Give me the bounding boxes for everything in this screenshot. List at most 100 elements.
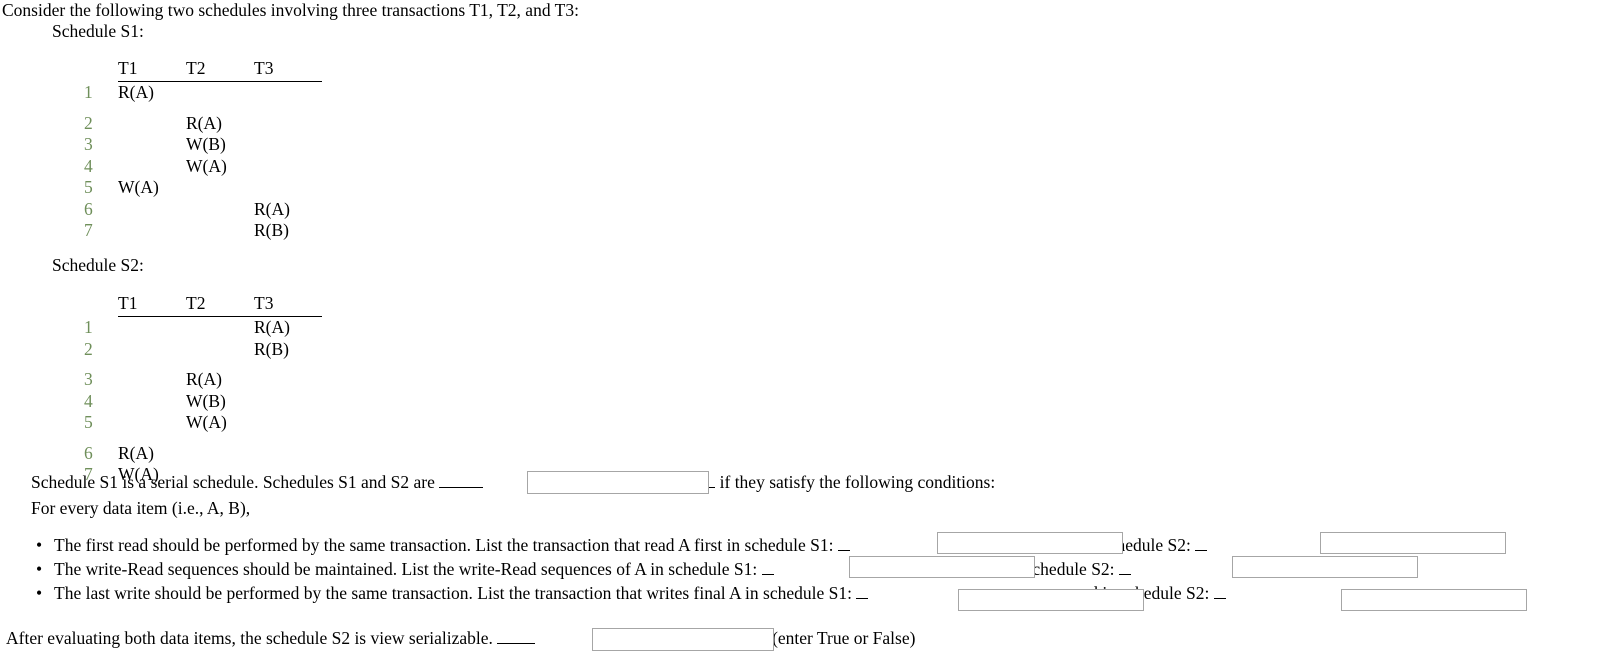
schedule-s2-label: Schedule S2: xyxy=(52,255,144,275)
row-index: 1 xyxy=(84,316,93,337)
table-row: 3 R(A) xyxy=(84,369,322,391)
table-row: 7 R(B) xyxy=(84,220,322,242)
cell-t3 xyxy=(254,82,322,104)
cell-t1 xyxy=(118,199,186,221)
bullet-last-write: • The last write should be performed by t… xyxy=(36,583,1426,604)
cell-t1 xyxy=(118,391,186,413)
bullet-icon: • xyxy=(36,559,43,579)
cell-t2: R(A) xyxy=(186,369,222,389)
final-question-suffix: . (enter True or False) xyxy=(763,628,916,648)
row-index: 3 xyxy=(84,134,93,154)
schedule-s1-table: T1 T2 T3 1 R(A) 2 R(A) 3 W(B) 4 W(A) 5 W… xyxy=(84,58,322,242)
table-row: 2 R(B) xyxy=(84,339,322,361)
for-every-data-item-line: For every data item (i.e., A, B), xyxy=(31,498,251,518)
first-read-s2-input[interactable] xyxy=(1320,532,1506,554)
table-header-row: T1 T2 T3 xyxy=(84,58,322,82)
table-row: 6 R(A) xyxy=(84,199,322,221)
last-write-s1-input[interactable] xyxy=(958,589,1144,611)
schedule-s1-label: Schedule S1: xyxy=(52,21,144,41)
final-question-line: After evaluating both data items, the sc… xyxy=(6,628,915,649)
row-index: 3 xyxy=(84,369,93,389)
column-header-t2: T2 xyxy=(186,293,254,317)
cell-t2 xyxy=(186,177,254,199)
blank-underscore xyxy=(1118,561,1131,575)
cell-t3 xyxy=(254,113,322,135)
bullet-first-read-text: The first read should be performed by th… xyxy=(54,535,838,555)
cell-t2: W(A) xyxy=(186,412,227,432)
final-question-prefix: After evaluating both data items, the sc… xyxy=(6,628,498,648)
table-row: 1 R(A) xyxy=(84,317,322,339)
first-read-s1-input[interactable] xyxy=(937,532,1123,554)
row-spacer xyxy=(84,360,322,369)
cell-t3: R(B) xyxy=(254,220,289,240)
cell-t1 xyxy=(118,156,186,178)
cell-t2 xyxy=(186,317,254,339)
row-index: 2 xyxy=(84,338,93,359)
write-read-s2-input[interactable] xyxy=(1232,556,1418,578)
table-row: 4 W(B) xyxy=(84,391,322,413)
row-index: 5 xyxy=(84,412,93,432)
cell-t1: W(A) xyxy=(118,177,159,197)
cell-t3 xyxy=(254,443,322,465)
bullet-last-write-text: The last write should be performed by th… xyxy=(54,583,857,603)
cell-t1 xyxy=(118,317,186,339)
row-index: 1 xyxy=(84,81,93,102)
cell-t2: W(A) xyxy=(186,155,227,176)
serial-schedule-line: Schedule S1 is a serial schedule. Schedu… xyxy=(31,472,995,493)
row-index: 4 xyxy=(84,390,93,411)
table-row: 5 W(A) xyxy=(84,177,322,199)
bullet-write-read-text: The write-Read sequences should be maint… xyxy=(54,559,762,579)
column-header-t1: T1 xyxy=(118,58,186,82)
cell-t3: R(B) xyxy=(254,338,289,359)
blank-underscore xyxy=(439,474,484,488)
serial-answer-input[interactable] xyxy=(527,471,709,494)
row-index-header xyxy=(84,58,118,82)
cell-t2 xyxy=(186,443,254,465)
write-read-s1-input[interactable] xyxy=(849,556,1035,578)
column-header-t1: T1 xyxy=(118,293,186,317)
row-index: 6 xyxy=(84,198,93,219)
blank-underscore xyxy=(1213,585,1226,599)
table-row: 1 R(A) xyxy=(84,82,322,104)
cell-t2: R(A) xyxy=(186,112,222,133)
schedule-s2-table: T1 T2 T3 1 R(A) 2 R(B) 3 R(A) 4 W(B) 5 W… xyxy=(84,293,322,486)
cell-t2: W(B) xyxy=(186,134,226,154)
column-header-t3: T3 xyxy=(254,293,322,317)
view-serializable-input[interactable] xyxy=(592,628,774,651)
row-index: 5 xyxy=(84,177,93,197)
blank-underscore xyxy=(837,537,850,551)
bullet-icon: • xyxy=(36,583,43,603)
cell-t1 xyxy=(118,369,186,391)
cell-t2: W(B) xyxy=(186,390,226,411)
cell-t3 xyxy=(254,412,322,434)
cell-t1 xyxy=(118,339,186,361)
table-row: 2 R(A) xyxy=(84,113,322,135)
bullet-write-read: • The write-Read sequences should be main… xyxy=(36,559,1331,580)
cell-t2 xyxy=(186,220,254,242)
row-index: 2 xyxy=(84,112,93,133)
blank-underscore xyxy=(761,561,774,575)
cell-t3 xyxy=(254,156,322,178)
cell-t2 xyxy=(186,339,254,361)
bullet-icon: • xyxy=(36,535,43,555)
row-spacer xyxy=(84,434,322,443)
cell-t3 xyxy=(254,134,322,156)
row-spacer xyxy=(84,104,322,113)
cell-t1 xyxy=(118,220,186,242)
table-row: 6 R(A) xyxy=(84,443,322,465)
blank-underscore xyxy=(497,630,536,644)
row-index: 4 xyxy=(84,155,93,176)
table-header-row: T1 T2 T3 xyxy=(84,293,322,317)
intro-text: Consider the following two schedules inv… xyxy=(2,0,579,20)
cell-t1: R(A) xyxy=(118,82,154,102)
cell-t2 xyxy=(186,82,254,104)
row-index-header xyxy=(84,293,118,317)
cell-t2 xyxy=(186,199,254,221)
cell-t1: R(A) xyxy=(118,442,154,463)
bullet-first-read: • The first read should be performed by t… xyxy=(36,535,1408,556)
cell-t1 xyxy=(118,134,186,156)
cell-t1 xyxy=(118,113,186,135)
last-write-s2-input[interactable] xyxy=(1341,589,1527,611)
table-row: 3 W(B) xyxy=(84,134,322,156)
cell-t3: R(A) xyxy=(254,317,290,337)
